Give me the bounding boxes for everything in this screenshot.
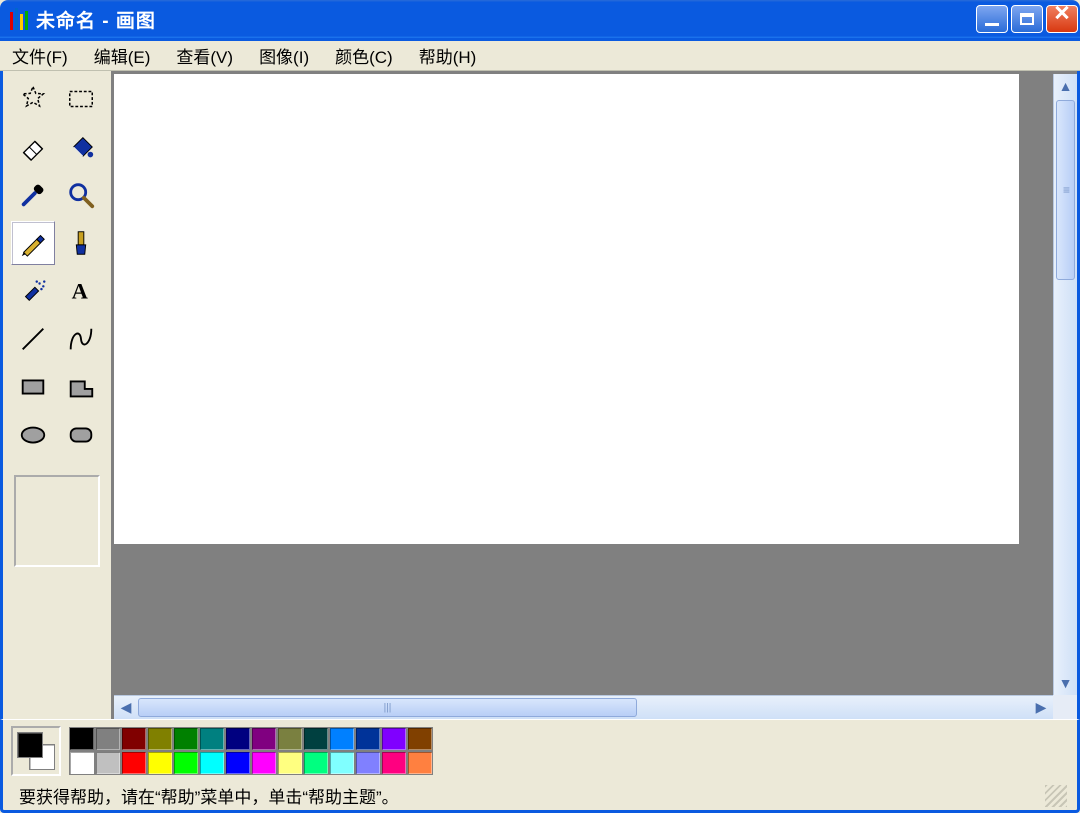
- foreground-background-swatch[interactable]: [11, 726, 61, 776]
- color-swatch[interactable]: [303, 727, 329, 751]
- scroll-down-icon[interactable]: ▼: [1054, 671, 1077, 695]
- tool-options-box: [14, 475, 100, 567]
- color-swatch[interactable]: [199, 751, 225, 775]
- tool-rectangle[interactable]: [11, 365, 55, 409]
- vertical-scroll-thumb[interactable]: [1056, 100, 1075, 280]
- minimize-button[interactable]: [976, 5, 1008, 33]
- color-swatch[interactable]: [329, 751, 355, 775]
- svg-text:A: A: [72, 279, 89, 304]
- color-swatch[interactable]: [95, 727, 121, 751]
- palette-grid: [69, 727, 433, 775]
- menu-view[interactable]: 查看(V): [172, 41, 237, 70]
- menu-edit[interactable]: 编辑(E): [90, 41, 155, 70]
- scroll-up-icon[interactable]: ▲: [1054, 74, 1077, 98]
- menu-help[interactable]: 帮助(H): [415, 41, 481, 70]
- tool-eraser[interactable]: [11, 125, 55, 169]
- color-swatch[interactable]: [381, 727, 407, 751]
- scroll-right-icon[interactable]: ▶: [1029, 696, 1053, 719]
- color-swatch[interactable]: [251, 727, 277, 751]
- canvas-zone: ▲ ▼ ◀ ▶: [111, 71, 1077, 719]
- status-text: 要获得帮助，请在“帮助”菜单中，单击“帮助主题”。: [13, 781, 405, 810]
- horizontal-scroll-thumb[interactable]: [138, 698, 637, 717]
- tool-line[interactable]: [11, 317, 55, 361]
- resize-grip-icon[interactable]: [1045, 785, 1067, 807]
- color-palette-row: [0, 719, 1080, 781]
- menu-image[interactable]: 图像(I): [255, 41, 313, 70]
- menu-file[interactable]: 文件(F): [8, 41, 72, 70]
- title-bar[interactable]: 未命名 - 画图: [0, 0, 1080, 38]
- color-swatch[interactable]: [277, 751, 303, 775]
- color-swatch[interactable]: [173, 727, 199, 751]
- color-swatch[interactable]: [225, 751, 251, 775]
- window-title: 未命名 - 画图: [36, 6, 156, 33]
- tool-polygon[interactable]: [59, 365, 103, 409]
- tool-freeform-select[interactable]: [11, 77, 55, 121]
- canvas-viewport: ▲ ▼ ◀ ▶: [114, 74, 1077, 719]
- color-swatch[interactable]: [355, 727, 381, 751]
- tool-color-picker[interactable]: [11, 173, 55, 217]
- vertical-scrollbar[interactable]: ▲ ▼: [1053, 74, 1077, 695]
- menu-bar: 文件(F) 编辑(E) 查看(V) 图像(I) 颜色(C) 帮助(H): [0, 41, 1080, 71]
- menu-color[interactable]: 颜色(C): [331, 41, 397, 70]
- color-swatch[interactable]: [69, 727, 95, 751]
- foreground-swatch[interactable]: [17, 732, 43, 758]
- tool-pencil[interactable]: [11, 221, 55, 265]
- color-swatch[interactable]: [225, 727, 251, 751]
- color-swatch[interactable]: [147, 727, 173, 751]
- toolbox: A: [3, 71, 111, 719]
- color-swatch[interactable]: [121, 751, 147, 775]
- close-button[interactable]: [1046, 5, 1078, 33]
- scroll-left-icon[interactable]: ◀: [114, 696, 138, 719]
- app-icon: [8, 6, 30, 32]
- color-swatch[interactable]: [251, 751, 277, 775]
- color-swatch[interactable]: [407, 727, 433, 751]
- tool-rounded-rectangle[interactable]: [59, 413, 103, 457]
- status-bar: 要获得帮助，请在“帮助”菜单中，单击“帮助主题”。: [0, 781, 1080, 813]
- color-swatch[interactable]: [381, 751, 407, 775]
- color-swatch[interactable]: [121, 727, 147, 751]
- color-swatch[interactable]: [277, 727, 303, 751]
- tool-magnifier[interactable]: [59, 173, 103, 217]
- scrollbar-corner: [1053, 695, 1077, 719]
- color-swatch[interactable]: [199, 727, 225, 751]
- tool-fill-bucket[interactable]: [59, 125, 103, 169]
- color-swatch[interactable]: [173, 751, 199, 775]
- tool-rectangle-select[interactable]: [59, 77, 103, 121]
- tool-ellipse[interactable]: [11, 413, 55, 457]
- client-area: A ▲: [0, 71, 1080, 719]
- horizontal-scrollbar[interactable]: ◀ ▶: [114, 695, 1053, 719]
- color-swatch[interactable]: [69, 751, 95, 775]
- color-swatch[interactable]: [95, 751, 121, 775]
- color-swatch[interactable]: [147, 751, 173, 775]
- maximize-button[interactable]: [1011, 5, 1043, 33]
- tool-airbrush[interactable]: [11, 269, 55, 313]
- color-swatch[interactable]: [329, 727, 355, 751]
- tool-brush[interactable]: [59, 221, 103, 265]
- color-swatch[interactable]: [355, 751, 381, 775]
- tool-curve[interactable]: [59, 317, 103, 361]
- drawing-canvas[interactable]: [114, 74, 1019, 544]
- tool-text[interactable]: A: [59, 269, 103, 313]
- color-swatch[interactable]: [407, 751, 433, 775]
- color-swatch[interactable]: [303, 751, 329, 775]
